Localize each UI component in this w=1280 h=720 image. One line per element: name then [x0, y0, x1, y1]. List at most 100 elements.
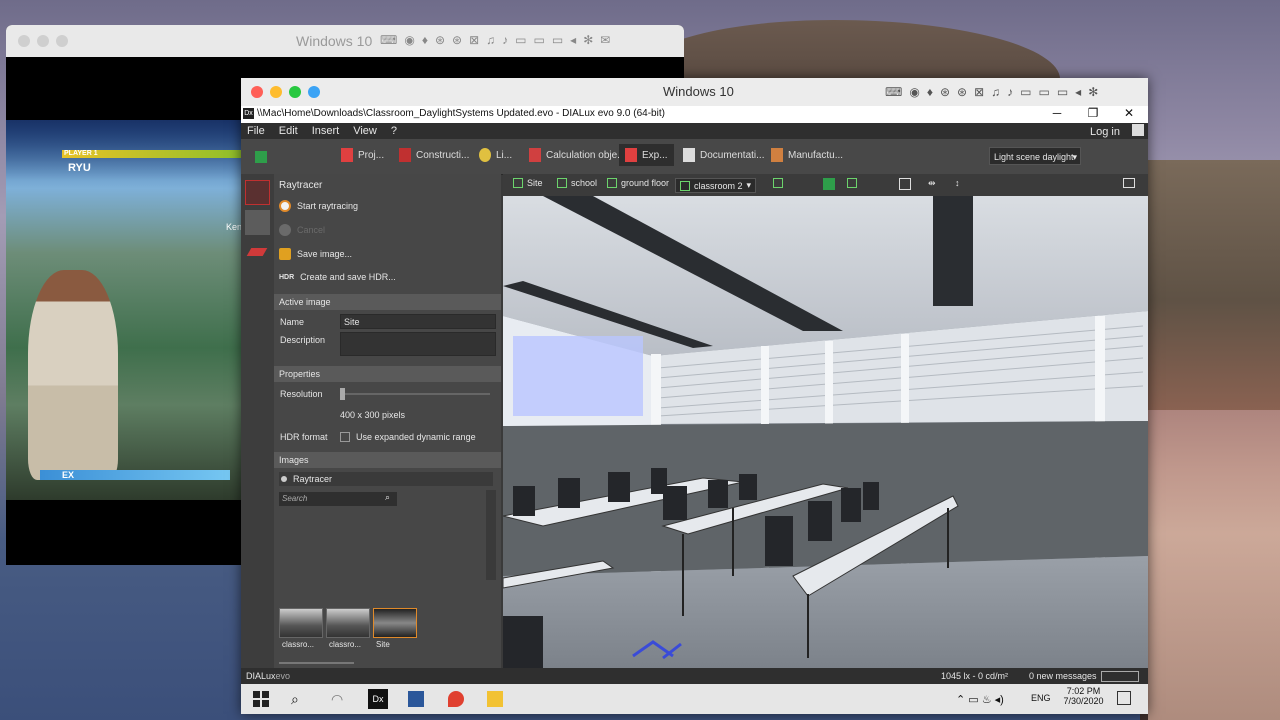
description-label: Description: [280, 335, 326, 345]
pen-icon[interactable]: ♦: [927, 85, 933, 99]
images-scrollbar[interactable]: [486, 490, 496, 580]
sound-icon[interactable]: ♫: [991, 85, 1000, 99]
play-icon: [279, 200, 291, 212]
search-icon[interactable]: ⌕: [291, 691, 307, 707]
app-icon: Dx: [243, 108, 254, 119]
cancel-raytracing-button[interactable]: Cancel: [279, 224, 325, 236]
tab-project[interactable]: Proj...: [341, 148, 384, 162]
breadcrumb-school[interactable]: school: [557, 178, 597, 188]
measure-button[interactable]: ⇹: [928, 178, 936, 189]
gear-icon[interactable]: ✻: [1088, 85, 1098, 99]
clock[interactable]: 7:02 PM 7/30/2020: [1061, 686, 1106, 706]
tray-icons[interactable]: ⌃ ▭ ♨ ◂): [956, 693, 1004, 706]
close-button[interactable]: ✕: [1113, 106, 1145, 120]
menu-view[interactable]: View: [353, 123, 377, 139]
save-hdr-button[interactable]: HDR Create and save HDR...: [279, 272, 396, 282]
description-field[interactable]: [340, 332, 496, 356]
tab-manufacturers[interactable]: Manufactu...: [771, 148, 843, 162]
close-traffic-light[interactable]: [251, 86, 263, 98]
height-button[interactable]: ↕: [955, 178, 960, 188]
menu-insert[interactable]: Insert: [312, 123, 340, 139]
keyboard-icon[interactable]: ⌨: [885, 85, 902, 99]
restore-button[interactable]: ❐: [1077, 106, 1109, 120]
user-avatar[interactable]: [1132, 124, 1144, 136]
maps-pin-icon[interactable]: [448, 691, 464, 707]
stop-icon: [279, 224, 291, 236]
tab-export[interactable]: Exp...: [619, 144, 674, 166]
tab-documentation[interactable]: Documentati...: [683, 148, 764, 162]
menu-edit[interactable]: Edit: [279, 123, 298, 139]
thumbnail-classroom-2[interactable]: [326, 608, 370, 638]
tab-calculation-objects[interactable]: Calculation obje...: [529, 148, 626, 162]
name-field[interactable]: Site: [340, 314, 496, 329]
breadcrumb-site[interactable]: Site: [513, 178, 543, 188]
mode-export-button[interactable]: [245, 240, 270, 265]
back-icon[interactable]: ◂: [1075, 85, 1081, 99]
edge-icon[interactable]: ◠: [331, 691, 347, 707]
word-icon[interactable]: [408, 691, 424, 707]
language-indicator[interactable]: ENG: [1031, 693, 1051, 703]
search-input[interactable]: Search: [279, 492, 397, 506]
zoom-traffic-light[interactable]: [289, 86, 301, 98]
windows-start-icon[interactable]: [253, 691, 269, 707]
usb-icon[interactable]: ▭: [1020, 85, 1031, 99]
mic-icon[interactable]: ♪: [1007, 85, 1013, 99]
name-label: Name: [280, 317, 305, 327]
resolution-slider[interactable]: [340, 388, 490, 400]
network-icon[interactable]: ⊠: [974, 85, 984, 99]
minimize-traffic-light[interactable]: [270, 86, 282, 98]
mode-render-button[interactable]: [245, 180, 270, 205]
main-window[interactable]: Windows 10 ⌨ ◉ ♦ ⊛ ⊛ ⊠ ♫ ♪ ▭ ▭ ▭ ◂ ✻ Dx \\Mac\Home\D…: [241, 78, 1148, 714]
tab-light[interactable]: Li...: [479, 148, 512, 162]
3d-viewport[interactable]: [503, 196, 1148, 668]
view-mode-button[interactable]: [773, 178, 783, 188]
mac-window-title: Windows 10: [663, 84, 734, 99]
mode-raytracer-button[interactable]: [245, 210, 270, 235]
thumbnail-size-slider[interactable]: [279, 662, 354, 664]
menu-help[interactable]: ?: [391, 123, 397, 139]
back-window-titlebar[interactable]: Windows 10 ⌨ ◉ ♦ ⊛ ⊛ ⊠ ♫ ♪ ▭ ▭ ▭ ◂ ✻ ✉: [6, 25, 684, 57]
images-header: Images: [274, 452, 501, 468]
thumbnail-site[interactable]: [373, 608, 417, 638]
fullscreen-traffic-light[interactable]: [308, 86, 320, 98]
construction-icon: [399, 148, 411, 162]
screen-toggle-button[interactable]: [1123, 178, 1135, 188]
save-image-button[interactable]: Save image...: [279, 248, 352, 260]
fit-view-button[interactable]: [899, 178, 911, 190]
save-icon[interactable]: [255, 151, 267, 163]
disk-icon[interactable]: ⊛: [940, 85, 950, 99]
tab-construction[interactable]: Constructi...: [399, 148, 469, 162]
folder-icon[interactable]: ▭: [1038, 85, 1049, 99]
slider-handle[interactable]: [340, 388, 345, 400]
file-explorer-icon[interactable]: [487, 691, 503, 707]
character-name: RYU: [68, 162, 91, 174]
raytracer-panel: Raytracer Start raytracing Cancel Save i…: [274, 174, 501, 668]
lux-readout: 1045 lx - 0 cd/m²: [941, 671, 1009, 681]
minimize-button[interactable]: ─: [1041, 106, 1073, 120]
hdr-expanded-checkbox[interactable]: Use expanded dynamic range: [340, 432, 476, 442]
solid-view-button[interactable]: [823, 178, 835, 190]
wire-view-button[interactable]: [847, 178, 857, 188]
record-icon[interactable]: ◉: [909, 85, 919, 99]
menu-file[interactable]: File: [247, 123, 265, 139]
windows-titlebar[interactable]: Dx \\Mac\Home\Downloads\Classroom_Daylig…: [241, 106, 1148, 123]
light-scene-dropdown[interactable]: Light scene daylight ▾: [989, 147, 1081, 165]
mac-titlebar[interactable]: Windows 10 ⌨ ◉ ♦ ⊛ ⊛ ⊠ ♫ ♪ ▭ ▭ ▭ ◂ ✻: [241, 78, 1148, 106]
messages-status[interactable]: 0 new messages: [1029, 671, 1097, 681]
image-save-icon: [279, 248, 291, 260]
radio-icon: [281, 476, 287, 482]
disk-icon[interactable]: ⊛: [957, 85, 967, 99]
mac-toolbar-icons[interactable]: ⌨ ◉ ♦ ⊛ ⊛ ⊠ ♫ ♪ ▭ ▭ ▭ ◂ ✻: [885, 85, 1098, 99]
breadcrumb-room-dropdown[interactable]: classroom 2 ▾: [675, 178, 757, 193]
breadcrumb-ground-floor[interactable]: ground floor: [607, 178, 669, 188]
building-icon: [557, 178, 567, 188]
raytracer-radio[interactable]: Raytracer: [279, 472, 493, 486]
screen-icon[interactable]: ▭: [1057, 85, 1068, 99]
notification-icon[interactable]: [1117, 691, 1131, 705]
start-raytracing-button[interactable]: Start raytracing: [279, 200, 358, 212]
login-link[interactable]: Log in: [1090, 124, 1120, 140]
view-toolbar: Site school ground floor classroom 2 ▾ ⇹ …: [503, 174, 1148, 196]
thumbnail-classroom-1[interactable]: [279, 608, 323, 638]
search-icon[interactable]: ⌕: [385, 492, 390, 503]
dialux-taskbar-icon[interactable]: Dx: [368, 689, 388, 709]
